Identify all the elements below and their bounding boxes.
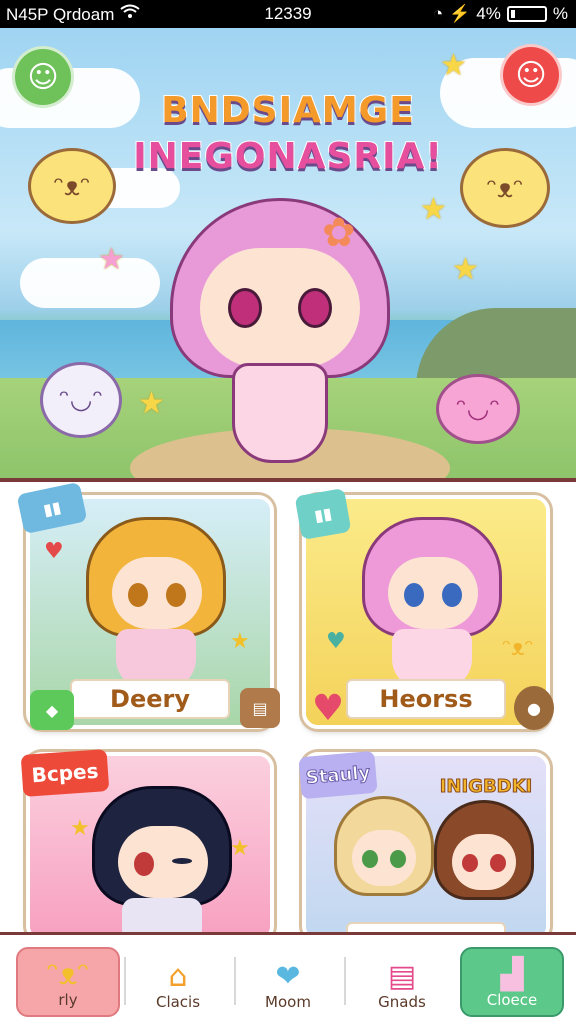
green-gem-icon: ◆	[30, 690, 74, 730]
character-portrait	[434, 800, 534, 938]
hero-banner: BNDSIAMGE INEGONASRIA! ☺ ☺ ᵔᴥᵔ ᵔᴥᵔ ᵔ◡ᵔ ᵔ…	[0, 28, 576, 480]
percent-label: %	[552, 4, 568, 23]
yellow-bear-icon: ᵔᴥᵔ	[502, 636, 534, 661]
white-ghost-pet-icon: ᵔ◡ᵔ	[40, 362, 122, 438]
nav-label: Clacis	[155, 993, 201, 1011]
cloud	[20, 258, 160, 308]
nav-play[interactable]: ᵔᴥᵔ rly	[16, 947, 120, 1017]
nav-cloece[interactable]: ▟ Cloece	[460, 947, 564, 1017]
battery-percent: 4%	[476, 4, 501, 23]
nav-label: Gnads	[378, 993, 426, 1011]
acorn-icon: ●	[514, 686, 554, 730]
flower-hairpin-icon: ✿	[322, 210, 356, 256]
gem-badge-icon: ▮▮	[294, 487, 352, 541]
card-tag: Bcpes	[20, 749, 110, 797]
character-eye	[228, 288, 262, 328]
card-name: Heorss	[346, 679, 506, 719]
slime-face-icon: ☺	[515, 57, 547, 93]
alarm-icon: ◔	[432, 4, 444, 23]
yellow-bear-icon: ᵔᴥᵔ	[460, 148, 550, 228]
star-icon: ★	[230, 629, 250, 654]
wood-item-icon: ▤	[240, 688, 280, 728]
star-icon: ★	[98, 242, 125, 277]
card-tag: Stauly	[298, 750, 378, 800]
green-slime-button[interactable]: ☺	[12, 46, 74, 108]
nav-separator	[344, 957, 346, 1005]
character-outfit	[232, 363, 328, 463]
main-character[interactable]: ✿	[150, 198, 410, 480]
notebook-icon: ▤	[387, 959, 417, 994]
character-portrait	[86, 517, 226, 689]
section-divider	[0, 478, 576, 482]
star-icon: ★	[230, 836, 250, 861]
star-icon: ★	[452, 252, 479, 287]
nav-label: Cloece	[486, 991, 538, 1009]
status-bar: N45P Qrdoam 12339 ◔ ⚡ 4% %	[0, 0, 576, 28]
star-icon: ★	[440, 48, 467, 83]
slime-face-icon: ☺	[27, 59, 59, 95]
heart-icon: ♥	[311, 687, 345, 729]
card-name: Deery	[70, 679, 230, 719]
heart-icon: ♥	[44, 539, 64, 564]
star-icon: ★	[420, 192, 447, 227]
character-eye	[298, 288, 332, 328]
yellow-bear-icon: ᵔᴥᵔ	[28, 148, 116, 224]
character-portrait	[334, 796, 434, 938]
bottom-navigation: ᵔᴥᵔ rly ⌂ Clacis ❤ Moom ▤ Gnads ▟ Cloece	[0, 932, 576, 1024]
clock-label: 12339	[264, 4, 312, 23]
nav-clacis[interactable]: ⌂ Clacis	[126, 947, 230, 1017]
chat-bubble-icon: ❤	[275, 959, 301, 994]
red-slime-button[interactable]: ☺	[500, 44, 562, 106]
heart-icon: ♥	[326, 629, 346, 654]
bear-face-icon: ᵔᴥᵔ	[46, 957, 90, 992]
nav-moom[interactable]: ❤ Moom	[236, 947, 340, 1017]
battery-icon	[506, 6, 547, 22]
charging-icon: ⚡	[449, 4, 471, 23]
card-banner: INIGBDKI	[439, 775, 533, 797]
nav-label: rly	[58, 991, 78, 1009]
shop-icon: ▟	[500, 957, 524, 992]
nav-label: Moom	[265, 993, 311, 1011]
pink-slime-pet-icon: ᵔ◡ᵔ	[436, 374, 520, 444]
character-face	[200, 248, 360, 368]
nav-gnads[interactable]: ▤ Gnads	[350, 947, 454, 1017]
character-portrait	[362, 517, 502, 689]
character-portrait	[92, 786, 232, 938]
star-icon: ★	[70, 816, 90, 841]
house-icon: ⌂	[168, 959, 188, 994]
game-title-line1: BNDSIAMGE	[160, 89, 415, 132]
